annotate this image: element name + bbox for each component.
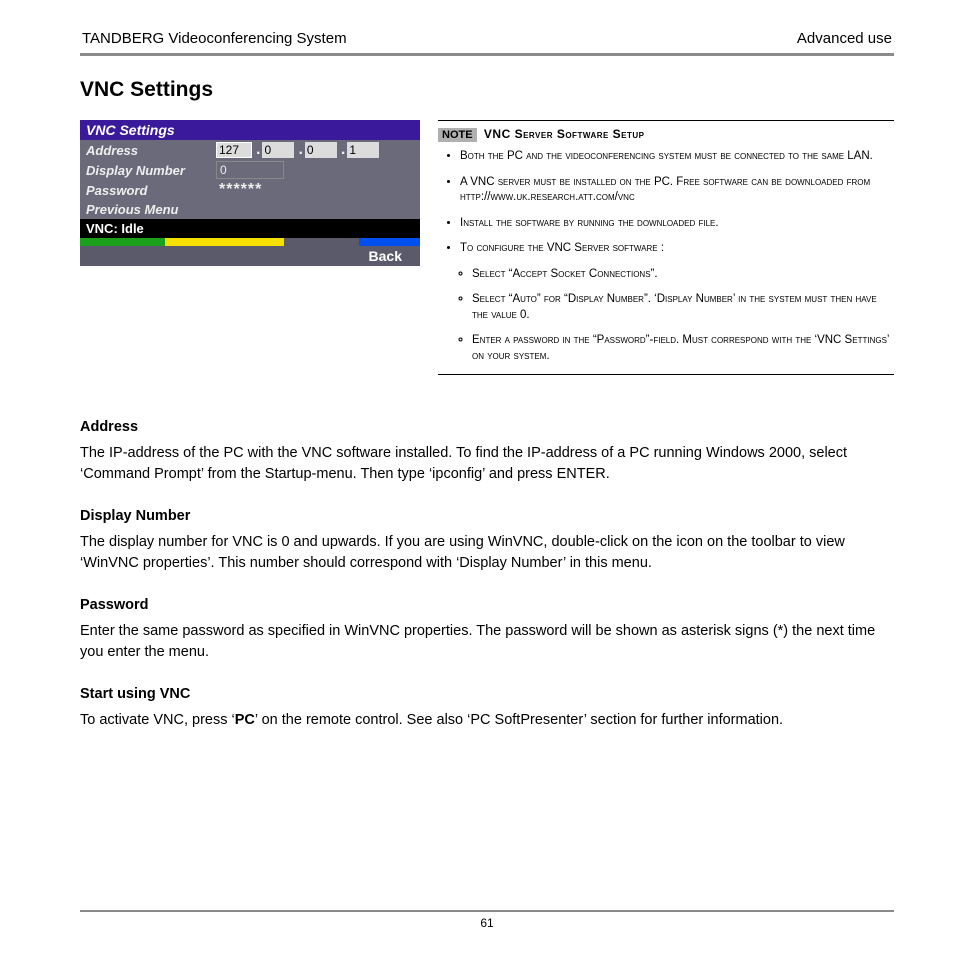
display-number-row[interactable]: Display Number 0 [80,160,420,180]
ip-octet-3[interactable]: 0 [305,142,337,158]
previous-menu[interactable]: Previous Menu [80,200,420,219]
header-divider [80,53,894,56]
panel-title: VNC Settings [80,120,420,140]
header-right: Advanced use [797,30,892,47]
display-number-value[interactable]: 0 [216,161,284,179]
footer-divider [80,910,894,912]
note-badge: NOTE [438,128,477,142]
ip-octet-4[interactable]: 1 [347,142,379,158]
back-button[interactable]: Back [361,246,420,266]
section-text: To activate VNC, press ‘PC’ on the remot… [80,710,894,730]
section-heading-start-using-vnc: Start using VNC [80,684,894,704]
password-label: Password [80,183,216,198]
note-bullet: To configure the VNC Server software : [460,241,894,257]
note-sub-bullet: Select “Accept Socket Connections”. [472,267,894,283]
note-sub-bullet: Select “Auto” for “Display Number”. ‘Dis… [472,292,894,323]
section-text: The IP-address of the PC with the VNC so… [80,443,894,484]
password-row[interactable]: Password ****** [80,180,420,200]
note-bullet: Install the software by running the down… [460,216,894,232]
section-heading-password: Password [80,595,894,615]
note-box: NOTE VNC Server Software Setup Both the … [438,120,894,375]
vnc-status: VNC: Idle [80,219,420,238]
note-bullet: Both the PC and the videoconferencing sy… [460,149,894,165]
display-number-label: Display Number [80,163,216,178]
page-number: 61 [80,916,894,930]
header-left: TANDBERG Videoconferencing System [82,30,347,47]
body-sections: Address The IP-address of the PC with th… [80,417,894,730]
section-text: Enter the same password as specified in … [80,621,894,662]
section-heading-display-number: Display Number [80,506,894,526]
note-title: VNC Server Software Setup [484,127,645,141]
page-title: VNC Settings [80,78,894,102]
section-heading-address: Address [80,417,894,437]
vnc-settings-panel: VNC Settings Address 127. 0. 0. 1 Displa… [80,120,420,266]
address-label: Address [80,143,216,158]
address-row[interactable]: Address 127. 0. 0. 1 [80,140,420,160]
note-bullet: A VNC server must be installed on the PC… [460,175,894,206]
ip-octet-2[interactable]: 0 [262,142,294,158]
section-text: The display number for VNC is 0 and upwa… [80,532,894,573]
note-sub-bullet: Enter a password in the “Password”-field… [472,333,894,364]
ip-octet-1[interactable]: 127 [216,142,252,158]
password-value[interactable]: ****** [216,182,322,198]
color-bar [80,238,420,246]
